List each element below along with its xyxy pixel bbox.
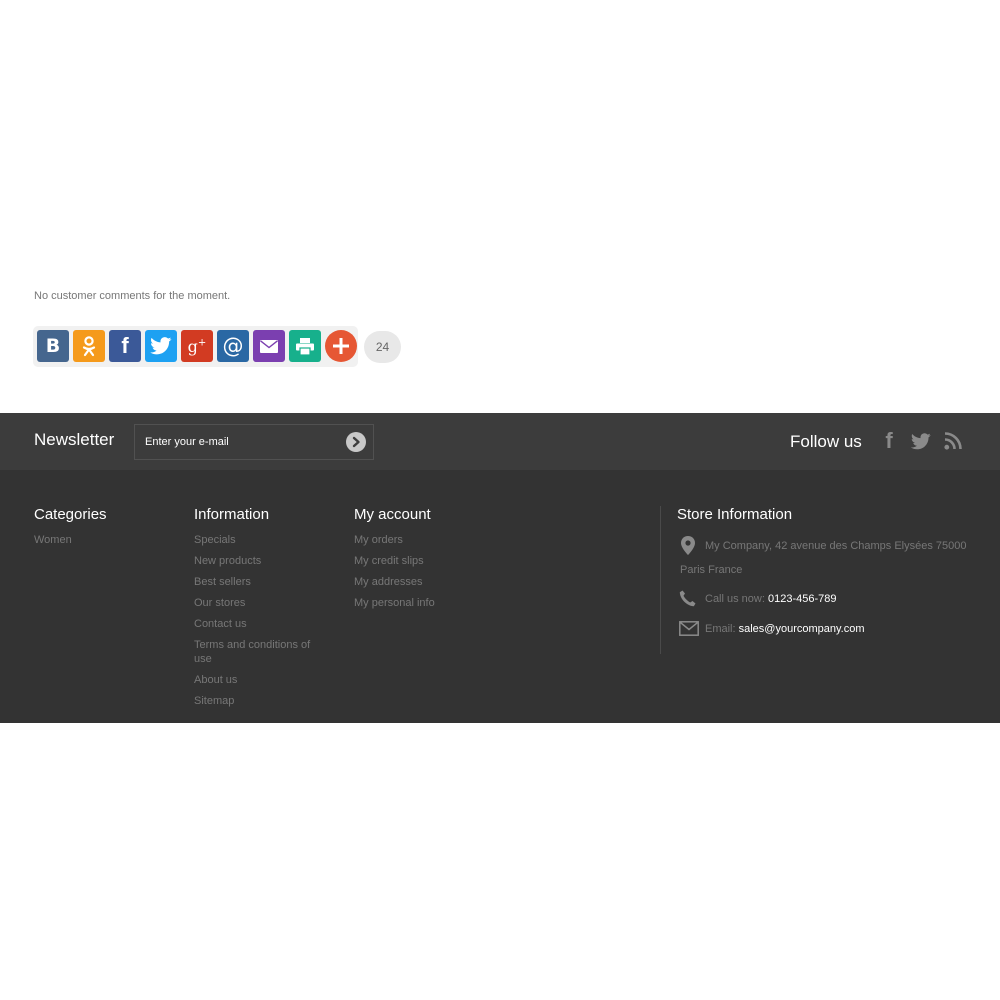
- facebook-icon: f: [121, 333, 129, 358]
- store-address-line1: My Company, 42 avenue des Champs Elysées…: [705, 540, 967, 552]
- vkontakte-icon: B: [45, 335, 61, 357]
- footer-store-information: Store Information My Company, 42 avenue …: [677, 506, 977, 636]
- share-bar: B f g+ @: [33, 326, 358, 367]
- account-link-personal-info[interactable]: My personal info: [354, 596, 494, 610]
- mailru-button[interactable]: @: [217, 330, 249, 362]
- comments-empty-note: No customer comments for the moment.: [34, 290, 231, 302]
- info-link-contact-us[interactable]: Contact us: [194, 617, 324, 631]
- facebook-button[interactable]: f: [109, 330, 141, 362]
- newsletter-bar: Newsletter Follow us f: [0, 413, 1000, 470]
- at-icon: @: [222, 334, 244, 358]
- vkontakte-button[interactable]: B: [37, 330, 69, 362]
- newsletter-email-input[interactable]: [135, 425, 335, 459]
- footer-information: Information Specials New products Best s…: [194, 506, 324, 715]
- info-link-terms[interactable]: Terms and conditions of use: [194, 638, 324, 666]
- googleplus-button[interactable]: g+: [181, 330, 213, 362]
- newsletter-submit-button[interactable]: [346, 432, 366, 452]
- account-link-orders[interactable]: My orders: [354, 533, 494, 547]
- newsletter-form: [134, 424, 374, 460]
- my-account-title: My account: [354, 506, 431, 523]
- printer-icon: [296, 337, 314, 355]
- store-phone: Call us now: 0123-456-789: [677, 590, 977, 610]
- account-link-addresses[interactable]: My addresses: [354, 575, 494, 589]
- twitter-icon: [911, 432, 931, 449]
- odnoklassniki-icon: [82, 336, 96, 357]
- store-address: My Company, 42 avenue des Champs Elysées…: [677, 536, 977, 580]
- phone-label: Call us now:: [705, 593, 765, 605]
- twitter-button[interactable]: [145, 330, 177, 362]
- share-count-badge: 24: [364, 331, 401, 363]
- footer-my-account: My account My orders My credit slips My …: [354, 506, 494, 617]
- map-pin-icon: [681, 536, 695, 555]
- phone-icon: [679, 590, 696, 607]
- phone-value[interactable]: 0123-456-789: [768, 593, 837, 605]
- plus-icon: [333, 338, 349, 354]
- store-information-title: Store Information: [677, 506, 793, 523]
- follow-us-title: Follow us: [790, 432, 862, 451]
- footer: Categories Women Information Specials Ne…: [0, 470, 1000, 723]
- newsletter-title: Newsletter: [34, 430, 115, 449]
- odnoklassniki-button[interactable]: [73, 330, 105, 362]
- email-value[interactable]: sales@yourcompany.com: [739, 623, 865, 635]
- envelope-icon: [679, 621, 699, 636]
- account-link-credit-slips[interactable]: My credit slips: [354, 554, 494, 568]
- follow-twitter-link[interactable]: [909, 429, 933, 453]
- envelope-icon: [260, 339, 278, 353]
- follow-rss-link[interactable]: [941, 429, 965, 453]
- information-title: Information: [194, 506, 270, 523]
- googleplus-icon: g+: [187, 336, 207, 356]
- category-link-women[interactable]: Women: [34, 533, 164, 547]
- categories-title: Categories: [34, 506, 107, 523]
- more-button[interactable]: [325, 330, 357, 362]
- info-link-our-stores[interactable]: Our stores: [194, 596, 324, 610]
- email-button[interactable]: [253, 330, 285, 362]
- print-button[interactable]: [289, 330, 321, 362]
- info-link-sitemap[interactable]: Sitemap: [194, 694, 324, 708]
- twitter-icon: [150, 337, 172, 355]
- info-link-best-sellers[interactable]: Best sellers: [194, 575, 324, 589]
- footer-categories: Categories Women: [34, 506, 164, 554]
- email-label: Email:: [705, 623, 736, 635]
- facebook-icon: f: [885, 428, 893, 453]
- follow-facebook-link[interactable]: f: [877, 428, 901, 453]
- column-divider: [660, 506, 661, 654]
- arrow-right-circle-icon: [352, 436, 360, 448]
- info-link-specials[interactable]: Specials: [194, 533, 324, 547]
- rss-icon: [944, 432, 962, 450]
- store-email: Email: sales@yourcompany.com: [677, 620, 977, 640]
- info-link-about-us[interactable]: About us: [194, 673, 324, 687]
- info-link-new-products[interactable]: New products: [194, 554, 324, 568]
- store-address-line2: Paris France: [680, 564, 743, 576]
